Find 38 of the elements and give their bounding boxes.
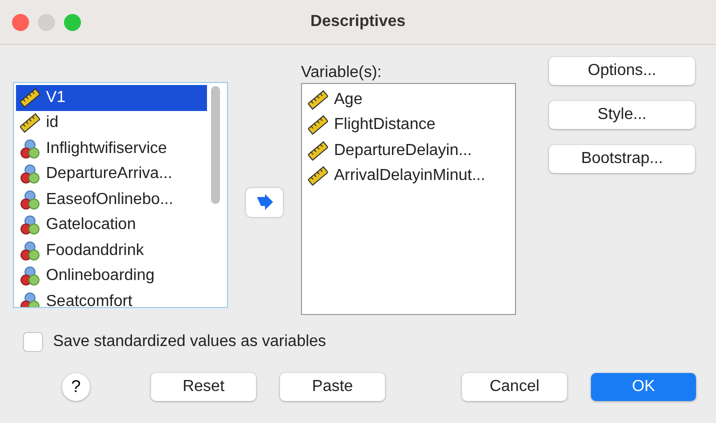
dialog-button[interactable]: Reset [151,373,256,401]
side-button[interactable]: Bootstrap... [549,145,695,173]
help-button[interactable]: ? [62,373,90,401]
variable-item[interactable]: V1 [16,85,207,110]
variable-item[interactable]: Gatelocation [16,212,207,238]
window-title: Descriptives [310,13,406,30]
variable-item[interactable]: Inflightwifiservice [16,136,207,162]
nominal-icon [20,138,40,159]
scrollbar-thumb[interactable] [211,86,220,204]
side-button[interactable]: Options... [549,57,695,85]
variable-item[interactable]: EaseofOnlinebo... [16,187,207,212]
variable-item[interactable]: DepartureDelayin... [304,138,513,164]
dialog-button[interactable]: Paste [280,373,385,401]
variable-item[interactable]: Seatcomfort [16,289,207,307]
variable-item[interactable]: DepartureArriva... [16,162,207,187]
variable-item[interactable]: FlightDistance [304,112,513,138]
variable-item[interactable]: id [16,110,207,136]
zoom-button[interactable] [64,14,81,30]
variable-item[interactable]: ArrivalDelayinMinut... [304,164,513,189]
nominal-icon [20,190,40,210]
nominal-icon [20,266,40,286]
minimize-button[interactable] [38,14,55,30]
variable-item[interactable]: Age [304,87,513,112]
arrow-icon [256,194,274,210]
nominal-icon [20,292,40,307]
close-button[interactable] [12,14,29,30]
nominal-icon [20,215,40,236]
dialog-button[interactable]: Cancel [462,373,567,401]
move-arrow-button[interactable] [246,188,283,216]
ok-button[interactable]: OK [591,373,696,401]
nominal-icon [20,164,40,184]
nominal-icon [20,240,40,261]
variables-label: Variable(s): [301,64,382,82]
variable-item[interactable]: Onlineboarding [16,264,207,289]
checkbox[interactable] [23,332,43,352]
checkbox-label: Save standardized values as variables [53,333,326,351]
side-button[interactable]: Style... [549,101,695,129]
variable-item[interactable]: Foodanddrink [16,238,207,264]
